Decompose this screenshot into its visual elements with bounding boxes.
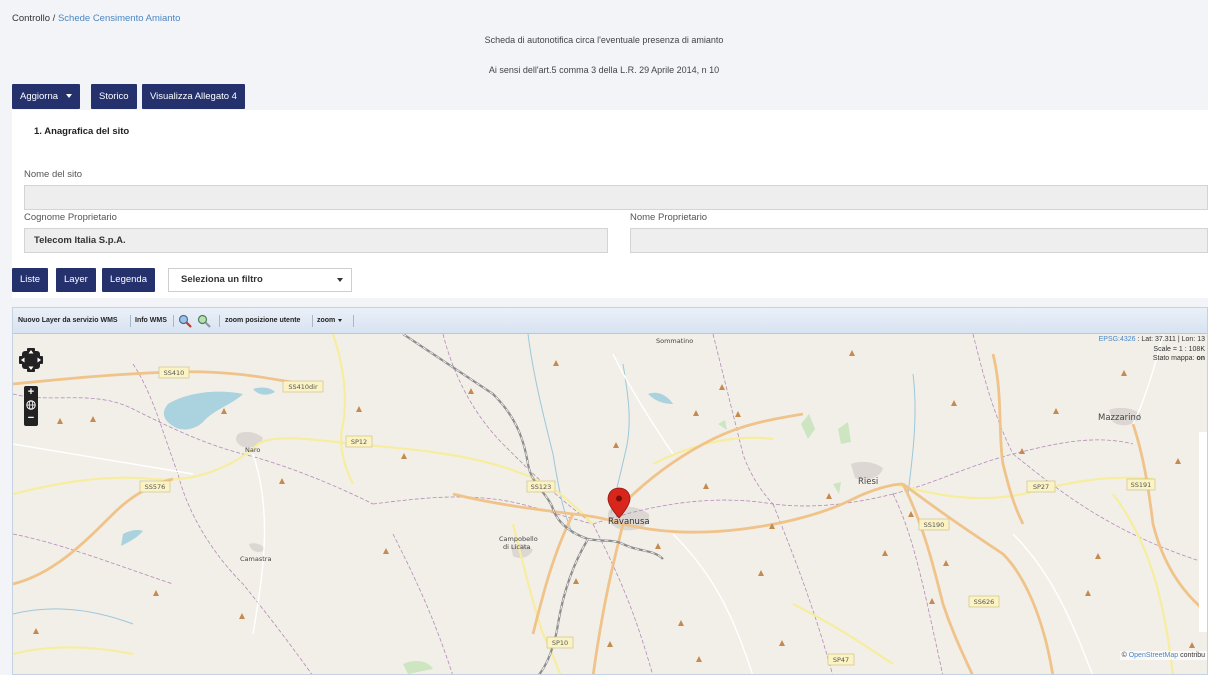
wms-layer-button[interactable]: Nuovo Layer da servizio WMS [18,308,118,334]
breadcrumb-root[interactable]: Controllo [12,13,50,24]
road-label-ss410: SS410 [164,369,185,377]
toolbar-separator [353,315,354,327]
road-label-ss410dir: SS410dir [288,383,318,391]
attribution-rest: contribu [1178,652,1205,659]
cognome-proprietario-label: Cognome Proprietario [24,212,117,223]
visualizza-allegato-button[interactable]: Visualizza Allegato 4 [142,84,245,109]
place-label-naro: Naro [245,446,260,454]
place-label-camastra: Camastra [240,555,271,563]
map-pan-control[interactable] [19,348,43,372]
storico-button[interactable]: Storico [91,84,137,109]
toolbar-separator [312,315,313,327]
road-label-ss191: SS191 [1131,481,1152,489]
aggiorna-label: Aggiorna [20,91,59,102]
page-subtitle: Ai sensi dell'art.5 comma 3 della L.R. 2… [488,65,720,75]
copyright-symbol: © [1121,652,1129,659]
info-wms-button[interactable]: Info WMS [135,308,167,334]
filter-select[interactable]: Seleziona un filtro [168,268,352,292]
legenda-button[interactable]: Legenda [102,268,155,292]
place-label-riesi: Riesi [858,477,878,487]
caret-down-icon [338,318,343,322]
zoom-label: zoom [317,317,336,324]
road-label-ss626: SS626 [974,598,995,606]
road-label-sp47: SP47 [833,656,849,664]
road-label-sp10: SP10 [552,639,568,647]
coordinates-readout: : Lat: 37.311 | Lon: 13 [1135,336,1205,343]
toolbar-separator [130,315,131,327]
breadcrumb: Controllo / Schede Censimento Amianto [12,13,180,24]
toolbar-separator [219,315,220,327]
road-label-ss123: SS123 [531,483,552,491]
place-label-ravanusa: Ravanusa [608,517,650,527]
map-state-label: Stato mappa: [1152,355,1197,362]
zoom-out-magnifier-icon[interactable] [197,314,211,328]
map-state-value: on [1196,355,1205,362]
map-info-box: EPSG:4326 : Lat: 37.311 | Lon: 13 Scale … [1099,334,1207,364]
globe-icon[interactable] [24,399,38,412]
zoom-user-position-button[interactable]: zoom posizione utente [225,308,300,334]
map-zoom-control: + − [24,386,38,426]
map-side-panel [1199,432,1207,632]
nome-sito-label: Nome del sito [24,169,83,180]
section-title: 1. Anagrafica del sito [34,126,130,137]
toolbar-separator [173,315,174,327]
place-label-mazzarino: Mazzarino [1098,413,1141,423]
epsg-link[interactable]: EPSG:4326 [1099,336,1136,343]
place-label-campobello-1: Campobello [499,535,538,543]
nome-proprietario-label: Nome Proprietario [630,212,708,223]
road-label-sp27: SP27 [1033,483,1049,491]
map-canvas[interactable]: SS410 SS410dir SP12 SS576 SS123 SP27 SS1… [13,333,1207,674]
map-container[interactable]: Nuovo Layer da servizio WMS Info WMS zoo… [12,307,1208,675]
place-label-campobello-2: di Licata [503,543,531,551]
caret-down-icon [337,278,343,282]
zoom-dropdown-button[interactable]: zoom [317,308,343,334]
page-title: Scheda di autonotifica circa l'eventuale… [484,35,724,45]
nome-proprietario-field[interactable] [630,228,1208,253]
cognome-proprietario-field[interactable]: Telecom Italia S.p.A. [24,228,608,253]
breadcrumb-current-link[interactable]: Schede Censimento Amianto [58,13,181,24]
osm-attribution-link[interactable]: OpenStreetMap [1129,652,1178,659]
filter-select-value: Seleziona un filtro [181,274,263,285]
map-toolbar: Nuovo Layer da servizio WMS Info WMS zoo… [13,308,1207,334]
road-label-ss576: SS576 [145,483,166,491]
scale-readout: Scale = 1 : 108K [1153,345,1205,353]
map-tiles: SS410 SS410dir SP12 SS576 SS123 SP27 SS1… [13,333,1207,674]
layer-button[interactable]: Layer [56,268,96,292]
zoom-in-icon[interactable]: + [24,386,38,399]
aggiorna-dropdown-button[interactable]: Aggiorna [12,84,81,109]
map-attribution: © OpenStreetMap contribu [1119,651,1207,660]
zoom-in-magnifier-icon[interactable] [178,314,192,328]
place-label-sommatino: Sommatino [656,337,693,345]
liste-button[interactable]: Liste [12,268,49,292]
zoom-out-icon[interactable]: − [24,412,38,425]
nome-sito-field[interactable] [24,185,1208,210]
caret-down-icon [66,94,73,99]
road-label-sp12: SP12 [351,438,367,446]
breadcrumb-separator: / [50,13,58,24]
road-label-ss190: SS190 [924,521,945,529]
